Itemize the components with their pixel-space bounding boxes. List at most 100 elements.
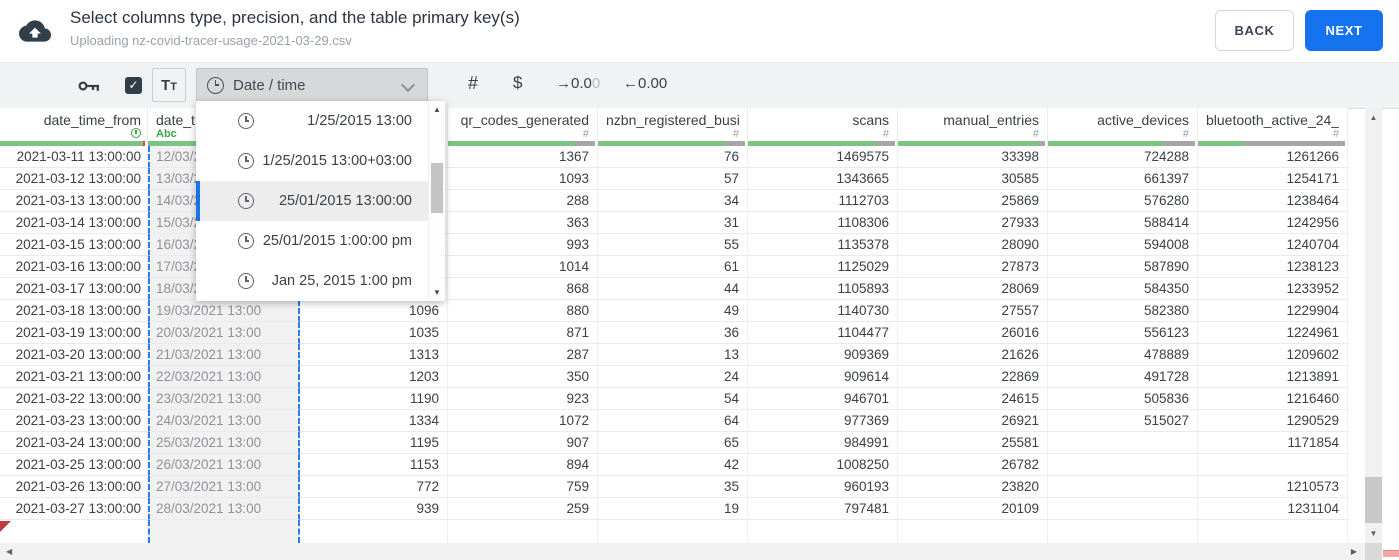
table-cell[interactable] (898, 520, 1048, 543)
dropdown-option[interactable]: 1/25/2015 13:00+03:00 (196, 141, 428, 181)
table-cell[interactable]: 2021-03-15 13:00:00 (0, 234, 148, 256)
number-type-button[interactable]: # (468, 73, 478, 94)
column-header-qr_codes_generated[interactable]: qr_codes_generated # (448, 108, 598, 146)
table-cell[interactable]: 76 (598, 146, 748, 168)
vertical-scrollbar-thumb[interactable] (1365, 477, 1382, 523)
include-column-checkbox[interactable]: ✓ (125, 77, 142, 94)
column-header-scans[interactable]: scans # (748, 108, 898, 146)
table-cell[interactable]: 27/03/2021 13:00 (148, 476, 300, 498)
table-cell[interactable]: 27873 (898, 256, 1048, 278)
scroll-down-icon[interactable]: ▼ (429, 288, 445, 297)
table-cell[interactable]: 584350 (1048, 278, 1198, 300)
dropdown-option[interactable]: 25/01/2015 13:00:00 (196, 181, 428, 221)
scroll-right-icon[interactable]: ▶ (1351, 547, 1357, 556)
table-cell[interactable]: 1261266 (1198, 146, 1348, 168)
vertical-scrollbar[interactable]: ▲ ▼ (1365, 108, 1382, 543)
table-cell[interactable]: 993 (448, 234, 598, 256)
table-cell[interactable]: 946701 (748, 388, 898, 410)
primary-key-icon[interactable] (78, 78, 102, 94)
table-cell[interactable]: 894 (448, 454, 598, 476)
table-cell[interactable]: 54 (598, 388, 748, 410)
table-cell[interactable]: 491728 (1048, 366, 1198, 388)
table-cell[interactable]: 13 (598, 344, 748, 366)
table-cell[interactable]: 960193 (748, 476, 898, 498)
table-cell[interactable] (0, 520, 148, 543)
table-cell[interactable]: 57 (598, 168, 748, 190)
table-cell[interactable]: 1233952 (1198, 278, 1348, 300)
table-cell[interactable]: 1240704 (1198, 234, 1348, 256)
table-cell[interactable]: 868 (448, 278, 598, 300)
table-cell[interactable]: 1112703 (748, 190, 898, 212)
datetime-type-select[interactable]: Date / time (196, 68, 428, 102)
dropdown-scrollbar-thumb[interactable] (431, 163, 443, 213)
table-cell[interactable]: 25/03/2021 13:00 (148, 432, 300, 454)
table-cell[interactable]: 909614 (748, 366, 898, 388)
table-cell[interactable]: 24 (598, 366, 748, 388)
table-cell[interactable]: 2021-03-23 13:00:00 (0, 410, 148, 432)
table-cell[interactable] (1048, 432, 1198, 454)
table-cell[interactable]: 2021-03-22 13:00:00 (0, 388, 148, 410)
table-cell[interactable] (1048, 498, 1198, 520)
table-cell[interactable]: 259 (448, 498, 598, 520)
scroll-up-icon[interactable]: ▲ (429, 105, 445, 114)
table-cell[interactable]: 1231104 (1198, 498, 1348, 520)
table-cell[interactable]: 27933 (898, 212, 1048, 234)
table-cell[interactable]: 759 (448, 476, 598, 498)
table-cell[interactable]: 61 (598, 256, 748, 278)
table-cell[interactable]: 2021-03-16 13:00:00 (0, 256, 148, 278)
column-header-active_devices[interactable]: active_devices # (1048, 108, 1198, 146)
back-button[interactable]: BACK (1215, 10, 1294, 51)
table-cell[interactable]: 363 (448, 212, 598, 234)
table-cell[interactable]: 27557 (898, 300, 1048, 322)
table-cell[interactable]: 1216460 (1198, 388, 1348, 410)
table-cell[interactable]: 505836 (1048, 388, 1198, 410)
table-cell[interactable]: 1195 (300, 432, 448, 454)
table-cell[interactable]: 20/03/2021 13:00 (148, 322, 300, 344)
table-cell[interactable]: 287 (448, 344, 598, 366)
table-cell[interactable]: 49 (598, 300, 748, 322)
table-cell[interactable]: 1213891 (1198, 366, 1348, 388)
table-cell[interactable]: 1224961 (1198, 322, 1348, 344)
table-cell[interactable]: 1035 (300, 322, 448, 344)
table-cell[interactable]: 772 (300, 476, 448, 498)
table-cell[interactable]: 588414 (1048, 212, 1198, 234)
table-cell[interactable]: 26921 (898, 410, 1048, 432)
table-cell[interactable]: 1469575 (748, 146, 898, 168)
table-cell[interactable]: 28069 (898, 278, 1048, 300)
table-cell[interactable]: 1108306 (748, 212, 898, 234)
table-cell[interactable] (1048, 520, 1198, 543)
table-cell[interactable]: 1209602 (1198, 344, 1348, 366)
table-cell[interactable]: 31 (598, 212, 748, 234)
table-cell[interactable]: 42 (598, 454, 748, 476)
table-cell[interactable]: 923 (448, 388, 598, 410)
table-cell[interactable]: 1072 (448, 410, 598, 432)
table-cell[interactable]: 21626 (898, 344, 1048, 366)
table-cell[interactable]: 2021-03-17 13:00:00 (0, 278, 148, 300)
table-cell[interactable]: 26016 (898, 322, 1048, 344)
table-cell[interactable] (1048, 476, 1198, 498)
currency-type-button[interactable]: $ (513, 73, 522, 93)
scroll-left-icon[interactable]: ◀ (6, 547, 12, 556)
decrease-decimal-button[interactable]: ←0.00 (623, 75, 667, 92)
table-cell[interactable]: 1290529 (1198, 410, 1348, 432)
text-type-button[interactable]: TT (152, 68, 186, 102)
table-cell[interactable]: 25581 (898, 432, 1048, 454)
table-cell[interactable]: 2021-03-19 13:00:00 (0, 322, 148, 344)
table-cell[interactable]: 22869 (898, 366, 1048, 388)
table-cell[interactable]: 1008250 (748, 454, 898, 476)
table-cell[interactable]: 2021-03-18 13:00:00 (0, 300, 148, 322)
table-cell[interactable]: 880 (448, 300, 598, 322)
table-cell[interactable]: 350 (448, 366, 598, 388)
dropdown-option[interactable]: Jan 25, 2015 1:00 pm (196, 261, 428, 301)
table-cell[interactable]: 26782 (898, 454, 1048, 476)
table-cell[interactable]: 661397 (1048, 168, 1198, 190)
table-cell[interactable] (598, 520, 748, 543)
table-cell[interactable]: 1105893 (748, 278, 898, 300)
table-cell[interactable]: 977369 (748, 410, 898, 432)
table-cell[interactable]: 1367 (448, 146, 598, 168)
table-cell[interactable]: 1229904 (1198, 300, 1348, 322)
table-cell[interactable]: 1313 (300, 344, 448, 366)
next-button[interactable]: NEXT (1305, 10, 1383, 51)
table-cell[interactable]: 55 (598, 234, 748, 256)
table-cell[interactable]: 797481 (748, 498, 898, 520)
